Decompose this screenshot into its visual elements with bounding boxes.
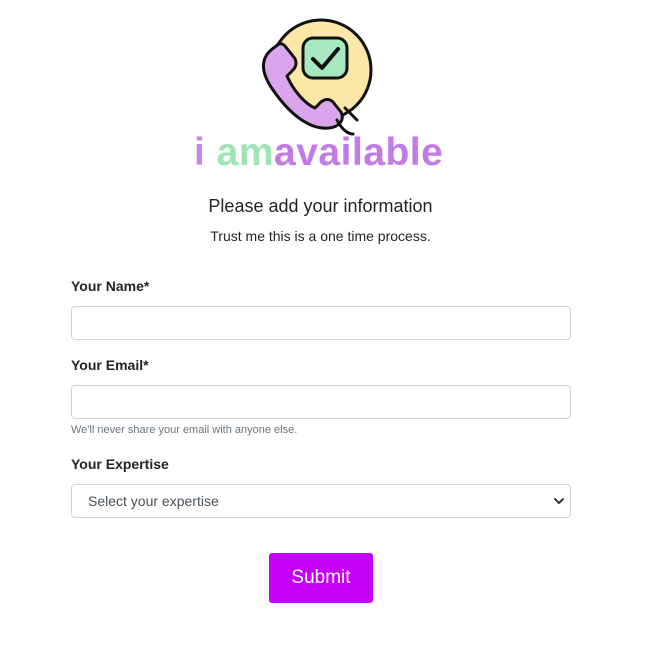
page-subtitle: Trust me this is a one time process.: [210, 228, 431, 244]
chevron-down-icon: [554, 498, 564, 504]
registration-page: i amavailable Please add your informatio…: [0, 0, 653, 646]
phone-check-icon: [262, 18, 373, 136]
email-label: Your Email*: [71, 357, 149, 373]
expertise-selected-value: Select your expertise: [88, 493, 219, 509]
name-label: Your Name*: [71, 278, 150, 294]
expertise-select[interactable]: Select your expertise: [71, 484, 571, 518]
brand-wordmark: i amavailable: [194, 133, 443, 172]
email-field[interactable]: [71, 385, 571, 419]
name-field[interactable]: [71, 306, 571, 340]
wordmark-available: available: [274, 131, 444, 174]
page-title: Please add your information: [208, 196, 433, 216]
expertise-label: Your Expertise: [71, 456, 169, 472]
wordmark-am: am: [216, 131, 275, 174]
logo: i amavailable: [0, 8, 653, 178]
submit-button[interactable]: Submit: [269, 553, 373, 603]
email-help-text: We'll never share your email with anyone…: [71, 424, 298, 436]
wordmark-i: i: [194, 131, 217, 174]
